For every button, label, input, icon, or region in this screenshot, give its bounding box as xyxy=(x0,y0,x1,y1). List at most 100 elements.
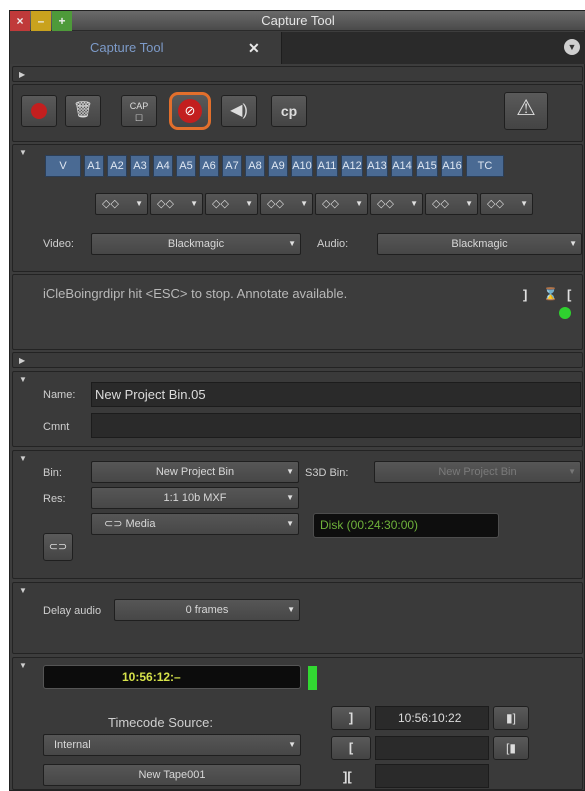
track-button-a1[interactable]: A1 xyxy=(84,155,104,177)
collapse-triangle-icon[interactable]: ▼ xyxy=(19,454,27,463)
collapse-triangle-icon[interactable]: ▼ xyxy=(19,148,27,157)
audio-source-dropdown[interactable]: Blackmagic ▼ xyxy=(377,233,582,255)
channel-pair-dropdown[interactable]: ◇◇ ▼ xyxy=(205,193,258,215)
expand-triangle-icon[interactable]: ▶ xyxy=(19,70,25,79)
speaker-icon: ◀) xyxy=(230,102,248,119)
channel-pair-dropdown[interactable]: ◇◇ ▼ xyxy=(260,193,313,215)
tab-bar: Capture Tool ✕ ▼ xyxy=(10,32,585,64)
audio-monitor-button[interactable]: ◀) xyxy=(221,95,257,127)
track-button-a12[interactable]: A12 xyxy=(341,155,363,177)
drive-icon: ⊂⊃ xyxy=(104,518,123,530)
channel-pair-dropdown[interactable]: ◇◇ ▼ xyxy=(425,193,478,215)
duration-icon: ][ xyxy=(343,769,352,784)
record-icon xyxy=(31,103,47,119)
chevron-down-icon: ▼ xyxy=(135,199,143,208)
chevron-down-icon: ▼ xyxy=(355,199,363,208)
tab-close-icon[interactable]: ✕ xyxy=(248,40,260,57)
timecode-indicator-icon xyxy=(308,666,317,690)
hourglass-icon: ⌛ xyxy=(543,287,558,301)
channel-pair-dropdown[interactable]: ◇◇ ▼ xyxy=(95,193,148,215)
mark-in-icon: ] xyxy=(523,287,528,302)
warning-button[interactable]: ⚠ xyxy=(504,92,548,130)
s3d-bin-label: S3D Bin: xyxy=(305,467,349,479)
capture-mode-button[interactable]: CAP ☐ xyxy=(121,95,157,127)
set-in-button[interactable]: ▮] xyxy=(493,706,529,730)
track-button-a9[interactable]: A9 xyxy=(268,155,288,177)
comment-field[interactable] xyxy=(91,413,581,438)
mark-out-icon: [ xyxy=(348,740,354,755)
collapse-triangle-icon[interactable]: ▼ xyxy=(19,586,27,595)
chevron-down-icon: ▼ xyxy=(568,467,576,476)
timecode-readout: 10:56:12:– xyxy=(43,665,301,689)
video-source-dropdown[interactable]: Blackmagic ▼ xyxy=(91,233,301,255)
mark-out-field[interactable] xyxy=(375,736,489,760)
timecode-panel: ▼ 10:56:12:– Timecode Source: Internal ▼ … xyxy=(12,657,583,790)
track-button-a10[interactable]: A10 xyxy=(291,155,313,177)
tab-capture-tool[interactable]: Capture Tool ✕ xyxy=(10,32,282,64)
tape-name-button[interactable]: New Tape001 xyxy=(43,764,301,786)
capture-toggle-button[interactable]: ⊘ xyxy=(169,92,211,130)
mark-in-field[interactable]: 10:56:10:22 xyxy=(375,706,489,730)
drive-toggle-button[interactable]: ⊂⊃ xyxy=(43,533,73,561)
status-message: iCleBoingrdipr hit <ESC> to stop. Annota… xyxy=(43,286,348,301)
track-button-a7[interactable]: A7 xyxy=(222,155,242,177)
channel-pair-dropdown[interactable]: ◇◇ ▼ xyxy=(370,193,423,215)
go-to-out-button[interactable]: [ xyxy=(331,736,371,760)
bin-label: Bin: xyxy=(43,467,62,479)
video-source-label: Video: xyxy=(43,238,74,250)
chevron-down-icon: ▼ xyxy=(410,199,418,208)
mark-in-set-icon: ▮] xyxy=(506,711,516,725)
timecode-source-dropdown[interactable]: Internal ▼ xyxy=(43,734,301,756)
track-button-a4[interactable]: A4 xyxy=(153,155,173,177)
channel-pair-dropdown[interactable]: ◇◇ ▼ xyxy=(150,193,203,215)
tab-menu-icon[interactable]: ▼ xyxy=(564,39,580,55)
mark-in-icon: ] xyxy=(348,710,354,725)
mark-out-set-icon: [▮ xyxy=(506,741,516,755)
track-button-tc[interactable]: TC xyxy=(466,155,504,177)
drive-icon: ⊂⊃ xyxy=(48,541,68,553)
disk-space-readout: Disk (00:24:30:00) xyxy=(313,513,499,538)
res-label: Res: xyxy=(43,493,66,505)
expand-triangle-icon[interactable]: ▶ xyxy=(19,356,25,365)
track-button-a16[interactable]: A16 xyxy=(441,155,463,177)
track-button-a6[interactable]: A6 xyxy=(199,155,219,177)
window-title: Capture Tool xyxy=(261,13,335,28)
chevron-down-icon: ▼ xyxy=(287,605,295,614)
collapse-triangle-icon[interactable]: ▼ xyxy=(19,375,27,384)
crash-record-button[interactable]: cp xyxy=(271,95,307,127)
delay-audio-dropdown[interactable]: 0 frames ▼ xyxy=(114,599,300,621)
chevron-down-icon: ▼ xyxy=(286,493,294,502)
go-to-in-button[interactable]: ] xyxy=(331,706,371,730)
track-button-a8[interactable]: A8 xyxy=(245,155,265,177)
trash-button[interactable]: 🗑 xyxy=(65,95,101,127)
set-out-button[interactable]: [▮ xyxy=(493,736,529,760)
channel-pair-dropdown[interactable]: ◇◇ ▼ xyxy=(480,193,533,215)
name-field[interactable]: New Project Bin.05 xyxy=(91,382,581,407)
track-button-a14[interactable]: A14 xyxy=(391,155,413,177)
track-button-a3[interactable]: A3 xyxy=(130,155,150,177)
s3d-bin-dropdown[interactable]: New Project Bin ▼ xyxy=(374,461,581,483)
title-bar: × – + Capture Tool xyxy=(10,11,585,31)
track-button-a13[interactable]: A13 xyxy=(366,155,388,177)
chevron-down-icon: ▼ xyxy=(286,467,294,476)
track-button-a5[interactable]: A5 xyxy=(176,155,196,177)
tracks-panel: ▼ V A1 A2 A3 A4 A5 A6 A7 A8 A9 A10 A11 A12 A13 A14 A15 A… xyxy=(12,144,583,272)
bin-dropdown[interactable]: New Project Bin ▼ xyxy=(91,461,299,483)
track-button-a15[interactable]: A15 xyxy=(416,155,438,177)
status-panel: iCleBoingrdipr hit <ESC> to stop. Annota… xyxy=(12,274,583,350)
cap-icon: CAP ☐ xyxy=(129,101,149,123)
track-button-a2[interactable]: A2 xyxy=(107,155,127,177)
collapse-triangle-icon[interactable]: ▼ xyxy=(19,661,27,670)
delay-audio-label: Delay audio xyxy=(43,605,102,617)
track-button-v[interactable]: V xyxy=(45,155,81,177)
duration-field[interactable] xyxy=(375,764,489,788)
collapsed-panel-1: ▶ xyxy=(12,66,583,82)
record-button[interactable] xyxy=(21,95,57,127)
delay-panel: ▼ Delay audio 0 frames ▼ xyxy=(12,582,583,654)
target-drive-dropdown[interactable]: ⊂⊃ Media ▼ xyxy=(91,513,299,535)
bin-panel: ▼ Bin: New Project Bin ▼ S3D Bin: New Pro… xyxy=(12,450,583,579)
channel-pair-dropdown[interactable]: ◇◇ ▼ xyxy=(315,193,368,215)
resolution-dropdown[interactable]: 1:1 10b MXF ▼ xyxy=(91,487,299,509)
track-button-a11[interactable]: A11 xyxy=(316,155,338,177)
name-label: Name: xyxy=(43,389,76,401)
